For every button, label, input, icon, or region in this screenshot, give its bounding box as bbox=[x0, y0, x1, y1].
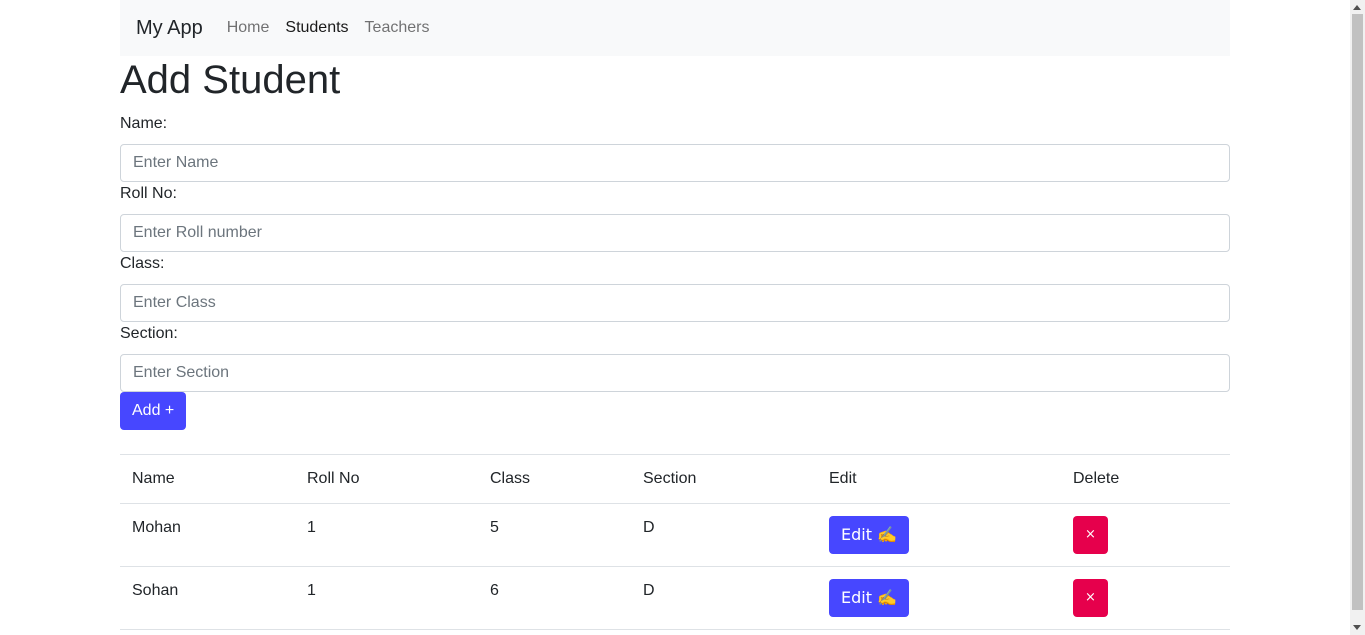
cell-delete: × bbox=[1061, 503, 1230, 567]
class-input[interactable] bbox=[120, 284, 1230, 322]
students-table: Name Roll No Class Section Edit Delete M… bbox=[120, 454, 1230, 630]
page-title: Add Student bbox=[120, 58, 341, 102]
class-label: Class: bbox=[120, 255, 165, 272]
header-delete: Delete bbox=[1061, 454, 1230, 504]
table-row: Sohan 1 6 D Edit ✍️ × bbox=[120, 566, 1230, 630]
header-section: Section bbox=[631, 454, 817, 504]
roll-no-input[interactable] bbox=[120, 214, 1230, 252]
section-label: Section: bbox=[120, 325, 178, 342]
cell-delete: × bbox=[1061, 566, 1230, 630]
edit-button[interactable]: Edit ✍️ bbox=[829, 516, 909, 554]
add-student-form: Name: Roll No: Class: Section: bbox=[120, 112, 1230, 392]
cell-name: Sohan bbox=[120, 566, 295, 630]
delete-button[interactable]: × bbox=[1073, 516, 1108, 554]
header-class: Class bbox=[478, 454, 631, 504]
cell-roll-no: 1 bbox=[295, 503, 478, 567]
nav-link-students[interactable]: Students bbox=[285, 19, 348, 37]
cell-section: D bbox=[631, 566, 817, 630]
cell-name: Mohan bbox=[120, 503, 295, 567]
section-input[interactable] bbox=[120, 354, 1230, 392]
cell-edit: Edit ✍️ bbox=[817, 566, 1061, 630]
delete-button[interactable]: × bbox=[1073, 579, 1108, 617]
header-edit: Edit bbox=[817, 454, 1061, 504]
cell-section: D bbox=[631, 503, 817, 567]
table-row: Mohan 1 5 D Edit ✍️ × bbox=[120, 503, 1230, 567]
name-input[interactable] bbox=[120, 144, 1230, 182]
app-container: My App Home Students Teachers Add Studen… bbox=[120, 0, 1230, 630]
navbar: My App Home Students Teachers bbox=[120, 0, 1230, 56]
scroll-down-arrow-icon[interactable] bbox=[1353, 625, 1361, 630]
name-label: Name: bbox=[120, 115, 168, 132]
table-header-row: Name Roll No Class Section Edit Delete bbox=[120, 454, 1230, 504]
nav-link-teachers[interactable]: Teachers bbox=[365, 19, 430, 37]
cell-class: 6 bbox=[478, 566, 631, 630]
vertical-scrollbar[interactable] bbox=[1350, 0, 1365, 635]
cell-edit: Edit ✍️ bbox=[817, 503, 1061, 567]
scroll-thumb[interactable] bbox=[1352, 14, 1363, 610]
header-roll-no: Roll No bbox=[295, 454, 478, 504]
nav-link-home[interactable]: Home bbox=[227, 19, 270, 37]
scroll-up-arrow-icon[interactable] bbox=[1353, 5, 1361, 10]
roll-no-label: Roll No: bbox=[120, 185, 177, 202]
cell-class: 5 bbox=[478, 503, 631, 567]
add-button[interactable]: Add + bbox=[120, 392, 187, 430]
header-name: Name bbox=[120, 454, 295, 504]
brand-link[interactable]: My App bbox=[136, 17, 203, 40]
cell-roll-no: 1 bbox=[295, 566, 478, 630]
edit-button[interactable]: Edit ✍️ bbox=[829, 579, 909, 617]
